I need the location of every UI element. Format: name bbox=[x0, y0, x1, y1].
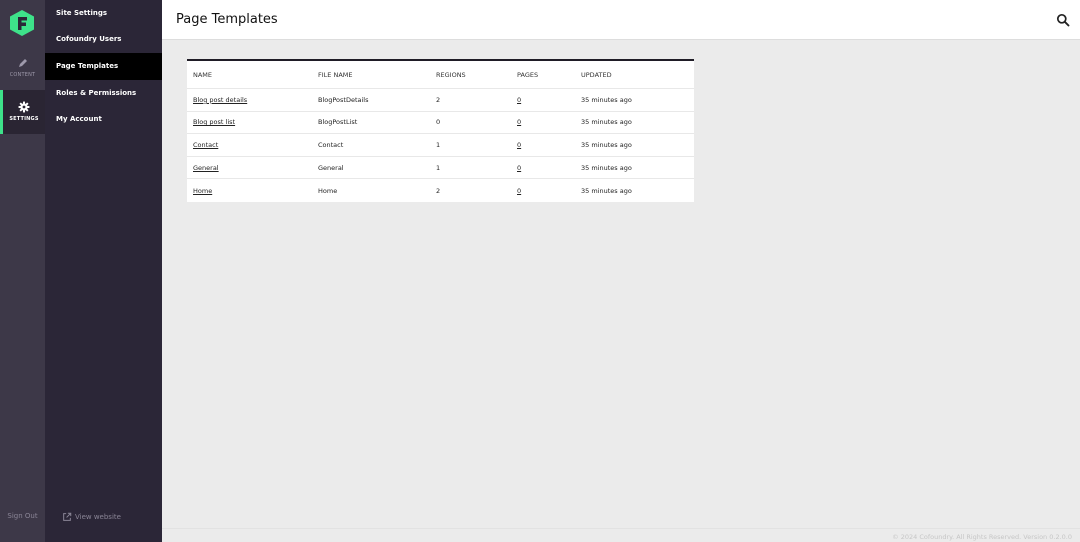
table-row: Contact Contact 1 0 35 minutes ago bbox=[187, 134, 694, 157]
file-name-cell: Contact bbox=[318, 140, 344, 149]
view-website-label: View website bbox=[75, 513, 121, 521]
search-icon[interactable] bbox=[1056, 13, 1070, 27]
table-header-row: NAME FILE NAME REGIONS PAGES UPDATED bbox=[187, 61, 694, 89]
template-name-link[interactable]: Blog post details bbox=[193, 96, 247, 104]
rail-item-settings-label: SETTINGS bbox=[9, 116, 39, 122]
gear-icon bbox=[18, 101, 30, 113]
updated-cell: 35 minutes ago bbox=[581, 95, 632, 104]
updated-cell: 35 minutes ago bbox=[581, 163, 632, 172]
pages-count-link[interactable]: 0 bbox=[517, 141, 521, 149]
template-name-link[interactable]: Blog post list bbox=[193, 118, 235, 126]
regions-cell: 0 bbox=[436, 118, 441, 127]
updated-cell: 35 minutes ago bbox=[581, 140, 632, 149]
pages-count-link[interactable]: 0 bbox=[517, 187, 521, 195]
page-header: Page Templates bbox=[162, 0, 1080, 40]
cofoundry-logo[interactable] bbox=[9, 9, 35, 37]
updated-cell: 35 minutes ago bbox=[581, 186, 632, 195]
page-templates-table: NAME FILE NAME REGIONS PAGES UPDATED Blo… bbox=[187, 59, 694, 202]
view-website-link[interactable]: View website bbox=[62, 512, 121, 522]
page-footer: © 2024 Cofoundry. All Rights Reserved. V… bbox=[162, 528, 1080, 542]
column-header-updated[interactable]: UPDATED bbox=[581, 71, 612, 79]
regions-cell: 2 bbox=[436, 95, 441, 104]
rail-item-settings[interactable]: SETTINGS bbox=[0, 90, 45, 134]
subnav-item-my-account[interactable]: My Account bbox=[45, 106, 162, 133]
copyright-text: © 2024 Cofoundry. All Rights Reserved. V… bbox=[892, 533, 1072, 541]
regions-cell: 2 bbox=[436, 186, 441, 195]
file-name-cell: BlogPostDetails bbox=[318, 95, 369, 104]
subnav-item-roles-permissions[interactable]: Roles & Permissions bbox=[45, 80, 162, 107]
template-name-link[interactable]: General bbox=[193, 164, 219, 172]
pages-count-link[interactable]: 0 bbox=[517, 164, 521, 172]
table-row: Home Home 2 0 35 minutes ago bbox=[187, 179, 694, 202]
column-header-pages[interactable]: PAGES bbox=[517, 71, 538, 79]
updated-cell: 35 minutes ago bbox=[581, 118, 632, 127]
file-name-cell: General bbox=[318, 163, 344, 172]
icon-rail: CONTENT SETTINGS Sign Out bbox=[0, 0, 45, 542]
external-link-icon bbox=[63, 512, 72, 521]
template-name-link[interactable]: Contact bbox=[193, 141, 218, 149]
sign-out-link[interactable]: Sign Out bbox=[0, 512, 45, 520]
subnav-item-cofoundry-users[interactable]: Cofoundry Users bbox=[45, 26, 162, 53]
pages-count-link[interactable]: 0 bbox=[517, 118, 521, 126]
template-name-link[interactable]: Home bbox=[193, 187, 212, 195]
page-title: Page Templates bbox=[176, 12, 278, 27]
column-header-name[interactable]: NAME bbox=[193, 71, 212, 79]
file-name-cell: Home bbox=[318, 186, 338, 195]
settings-subnav: Site Settings Cofoundry Users Page Templ… bbox=[45, 0, 162, 542]
table-row: Blog post list BlogPostList 0 0 35 minut… bbox=[187, 112, 694, 135]
rail-item-content[interactable]: CONTENT bbox=[0, 56, 45, 88]
pages-count-link[interactable]: 0 bbox=[517, 96, 521, 104]
regions-cell: 1 bbox=[436, 163, 441, 172]
table-row: Blog post details BlogPostDetails 2 0 35… bbox=[187, 89, 694, 112]
pencil-icon bbox=[18, 59, 27, 67]
subnav-item-page-templates[interactable]: Page Templates bbox=[45, 53, 162, 80]
subnav-item-site-settings[interactable]: Site Settings bbox=[45, 0, 162, 27]
column-header-regions[interactable]: REGIONS bbox=[436, 71, 466, 79]
file-name-cell: BlogPostList bbox=[318, 118, 358, 127]
regions-cell: 1 bbox=[436, 140, 441, 149]
column-header-file-name[interactable]: FILE NAME bbox=[318, 71, 352, 79]
table-row: General General 1 0 35 minutes ago bbox=[187, 157, 694, 180]
rail-item-content-label: CONTENT bbox=[9, 72, 36, 78]
